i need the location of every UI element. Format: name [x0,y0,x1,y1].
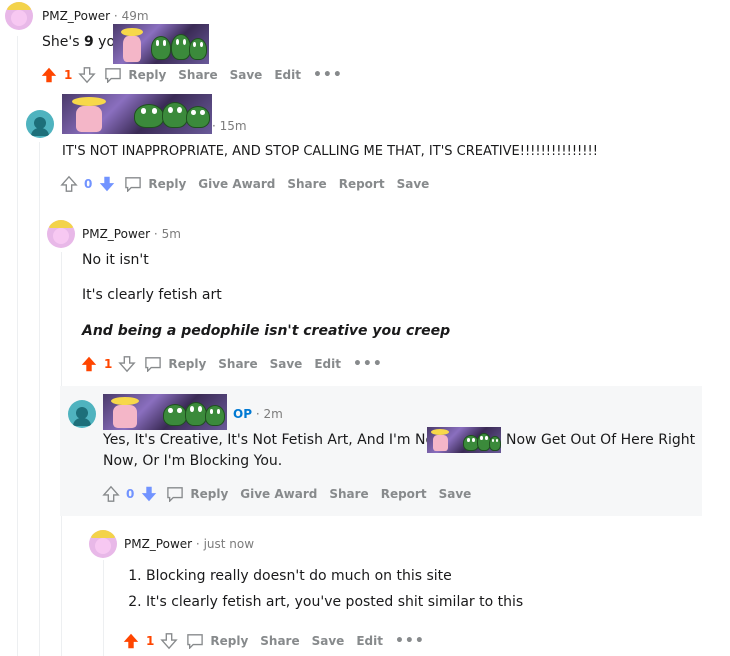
vote-score: 0 [84,177,93,191]
save-button[interactable]: Save [312,634,345,648]
edit-button[interactable]: Edit [314,357,341,371]
avatar[interactable] [89,530,117,558]
share-button[interactable]: Share [218,357,257,371]
share-button[interactable]: Share [329,487,368,501]
more-options-icon[interactable]: ••• [353,356,383,372]
downvote-arrow-icon[interactable] [98,175,116,193]
vote-control: 1 [40,66,97,84]
more-options-icon[interactable]: ••• [395,633,425,649]
save-button[interactable]: Save [439,487,472,501]
downvote-arrow-icon[interactable] [78,66,97,84]
comment-paragraph: No it isn't [82,252,149,268]
redacted-username-emote [103,394,227,430]
comment-bubble-icon [187,634,204,649]
vote-score: 0 [126,487,135,501]
avatar[interactable] [5,2,33,30]
share-button[interactable]: Share [178,68,217,82]
thread-line[interactable] [17,36,18,656]
report-button[interactable]: Report [339,177,385,191]
comment-actions: 1 Reply Share Save Edit ••• [80,355,395,373]
vote-control: 0 [102,485,158,503]
reply-button[interactable]: Reply [186,633,248,649]
comment-body-line2: Now, Or I'm Blocking You. [103,453,283,469]
share-button[interactable]: Share [287,177,326,191]
username[interactable]: PMZ_Power [82,227,150,241]
comment-bubble-icon [105,68,122,83]
thread-line[interactable] [103,560,104,656]
username[interactable]: PMZ_Power [124,537,192,551]
comment-meta: PMZ_Power · 5m [82,227,181,241]
reply-button[interactable]: Reply [104,67,166,83]
edit-button[interactable]: Edit [356,634,383,648]
comment-actions: 1 Reply Share Save Edit ••• [40,66,355,84]
upvote-arrow-icon[interactable] [40,66,58,84]
vote-score: 1 [104,357,113,371]
timestamp[interactable]: 15m [220,119,247,133]
upvote-arrow-icon[interactable] [60,175,78,193]
comment-bubble-icon [125,177,142,192]
redacted-username-emote [113,24,209,64]
give-award-button[interactable]: Give Award [240,487,317,501]
comment-paragraph: It's clearly fetish art [82,287,222,303]
comment-actions: 0 Reply Give Award Share Report Save [102,485,483,503]
op-badge: OP [233,407,252,421]
list-item: Blocking really doesn't do much on this … [146,566,686,587]
vote-control: 1 [80,355,137,373]
comment-body-continuation: Now Get Out Of Here Right [506,432,696,448]
vote-control: 1 [122,632,179,650]
save-button[interactable]: Save [230,68,263,82]
edit-button[interactable]: Edit [274,68,301,82]
comment-body: IT'S NOT INAPPROPRIATE, AND STOP CALLING… [62,144,598,159]
upvote-arrow-icon[interactable] [102,485,120,503]
share-button[interactable]: Share [260,634,299,648]
vote-control: 0 [60,175,116,193]
timestamp[interactable]: just now [204,537,254,551]
reply-button[interactable]: Reply [124,176,186,192]
timestamp[interactable]: 49m [122,9,149,23]
list-item: It's clearly fetish art, you've posted s… [146,592,686,613]
comment-body: She's 9 you [42,34,124,50]
avatar[interactable] [26,110,54,138]
comment-meta: PMZ_Power · just now [124,537,255,551]
timestamp[interactable]: 2m [263,407,282,421]
save-button[interactable]: Save [270,357,303,371]
username[interactable]: PMZ_Power [42,9,110,23]
comment-body: Yes, It's Creative, It's Not Fetish Art,… [103,432,454,448]
vote-score: 1 [146,634,155,648]
reply-button[interactable]: Reply [166,486,228,502]
more-options-icon[interactable]: ••• [313,67,343,83]
comment-paragraph-emphasis: And being a pedophile isn't creative you… [82,323,451,339]
redacted-username-emote [62,94,212,134]
avatar[interactable] [47,220,75,248]
timestamp[interactable]: 5m [162,227,181,241]
downvote-arrow-icon[interactable] [160,632,179,650]
save-button[interactable]: Save [397,177,430,191]
comment-actions: 0 Reply Give Award Share Report Save [60,175,441,193]
comment-bubble-icon [167,487,184,502]
upvote-arrow-icon[interactable] [80,355,98,373]
comment-actions: 1 Reply Share Save Edit ••• [122,632,437,650]
downvote-arrow-icon[interactable] [118,355,137,373]
report-button[interactable]: Report [381,487,427,501]
redacted-word-emote [427,427,501,453]
comment-list: Blocking really doesn't do much on this … [126,566,686,613]
reply-button[interactable]: Reply [144,356,206,372]
comment-bubble-icon [145,357,162,372]
vote-score: 1 [64,68,73,82]
comment-meta: PMZ_Power · 49m [42,9,149,23]
comment-meta: · 15m [212,119,247,133]
thread-line[interactable] [39,142,40,656]
give-award-button[interactable]: Give Award [198,177,275,191]
avatar[interactable] [68,400,96,428]
downvote-arrow-icon[interactable] [140,485,158,503]
upvote-arrow-icon[interactable] [122,632,140,650]
comment-meta: OP · 2m [233,407,283,421]
